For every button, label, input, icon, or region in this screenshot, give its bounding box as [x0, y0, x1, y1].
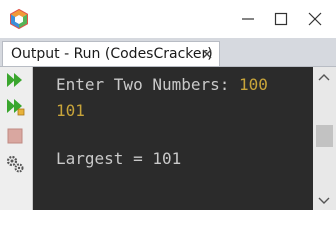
rerun-with-different-parameters-icon [7, 99, 25, 116]
maximize-button[interactable] [271, 9, 291, 29]
close-icon[interactable] [201, 48, 213, 60]
rerun-button[interactable] [4, 69, 26, 91]
minimize-icon [242, 18, 254, 20]
output-toolbar [0, 67, 33, 210]
settings-button[interactable] [4, 153, 26, 175]
stop-icon [7, 128, 23, 144]
tab-output-run[interactable]: Output - Run (CodesCracker) [2, 41, 220, 66]
console-input-second: 101 [56, 101, 85, 120]
console-output[interactable]: Enter Two Numbers: 100 101 Largest = 101 [33, 67, 313, 210]
app-logo-icon [10, 8, 28, 30]
settings-icon [6, 155, 24, 173]
scroll-down-button[interactable] [317, 195, 331, 207]
vertical-scrollbar[interactable] [313, 67, 336, 210]
title-bar [0, 0, 336, 38]
chevron-down-icon [318, 197, 330, 204]
console-result: Largest = 101 [56, 149, 182, 168]
close-window-button[interactable] [305, 9, 325, 29]
output-tab-strip: Output - Run (CodesCracker) [0, 38, 336, 67]
console-prompt-line: Enter Two Numbers: 100 [56, 75, 268, 94]
console-prompt: Enter Two Numbers: [56, 75, 240, 94]
close-icon [308, 12, 322, 26]
rerun-with-different-parameters-button[interactable] [4, 95, 26, 117]
scroll-thumb[interactable] [316, 125, 333, 147]
maximize-icon [274, 12, 288, 26]
stop-button[interactable] [4, 125, 26, 147]
rerun-icon [7, 73, 22, 87]
chevron-up-icon [318, 74, 330, 81]
minimize-button[interactable] [238, 9, 258, 29]
scroll-up-button[interactable] [317, 71, 331, 83]
console-input-first: 100 [239, 75, 268, 94]
tab-label: Output - Run (CodesCracker) [11, 46, 213, 62]
